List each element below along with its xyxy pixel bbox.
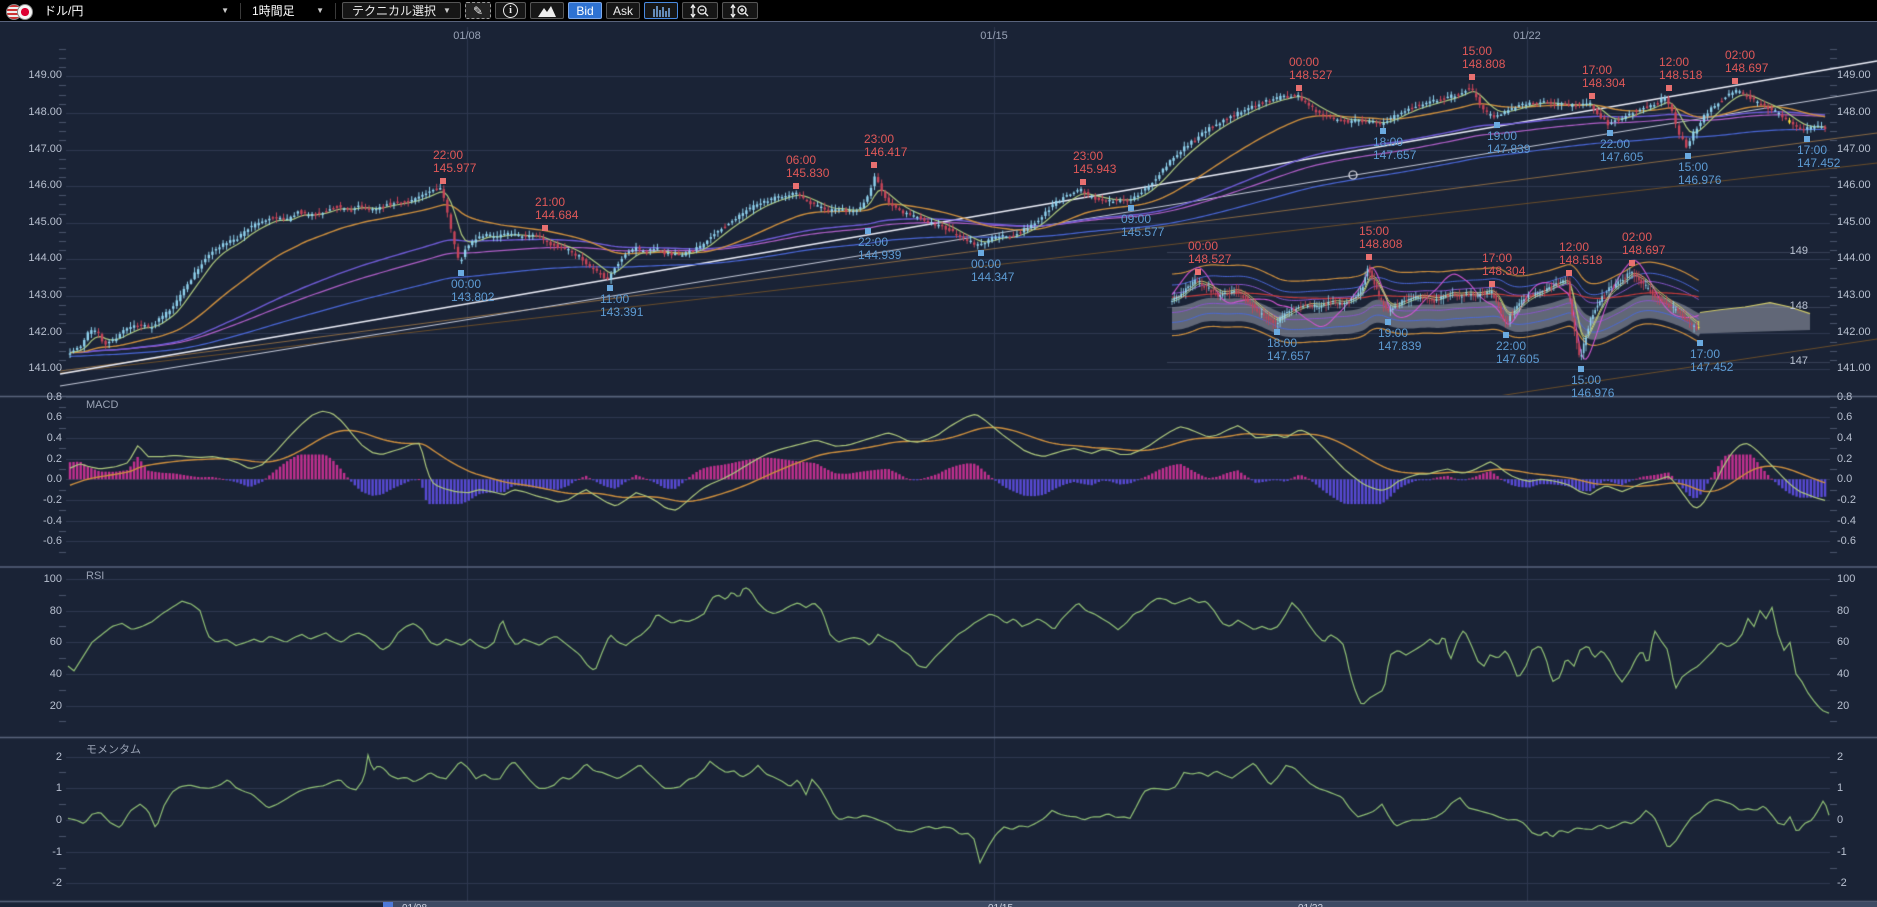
chart-style-button[interactable] (530, 2, 564, 19)
technical-label: テクニカル選択 (352, 2, 436, 19)
scrollbar-handle[interactable] (383, 902, 393, 907)
ask-button[interactable]: Ask (606, 2, 640, 19)
volume-display-button[interactable] (644, 2, 678, 19)
scrollbar-date-label: 01/15 (988, 903, 1013, 907)
technical-select-button[interactable]: テクニカル選択 ▼ (342, 2, 461, 19)
zoom-in-button[interactable] (722, 2, 758, 19)
zoom-in-vertical-icon (730, 4, 750, 18)
toolbar-divider (240, 3, 241, 19)
info-icon: i (503, 3, 518, 18)
info-button[interactable]: i (495, 2, 526, 19)
pair-select[interactable]: ドル/円 ▼ (38, 1, 235, 20)
chevron-down-icon: ▼ (443, 6, 451, 15)
waveform-icon (652, 5, 670, 17)
time-scrollbar[interactable]: 01/08 01/15 01/22 (383, 902, 1877, 907)
zoom-out-vertical-icon (690, 4, 710, 18)
timeframe-label: 1時間足 (252, 2, 295, 19)
timeframe-select[interactable]: 1時間足 ▼ (246, 1, 330, 20)
chevron-down-icon: ▼ (308, 6, 324, 15)
currency-pair-flags-icon (6, 3, 36, 19)
toolbar: ドル/円 ▼ 1時間足 ▼ テクニカル選択 ▼ ✎ i Bid Ask (0, 0, 1877, 22)
pencil-icon: ✎ (473, 4, 483, 18)
bid-button[interactable]: Bid (568, 2, 602, 19)
zoom-out-button[interactable] (682, 2, 718, 19)
mountain-icon (538, 5, 556, 17)
main-chart-canvas[interactable] (0, 0, 1877, 907)
toolbar-divider (335, 3, 336, 19)
scrollbar-date-label: 01/22 (1298, 903, 1323, 907)
draw-tool-button[interactable]: ✎ (465, 2, 491, 19)
chevron-down-icon: ▼ (213, 6, 229, 15)
fx-chart-app: ドル/円 ▼ 1時間足 ▼ テクニカル選択 ▼ ✎ i Bid Ask (0, 0, 1877, 907)
scrollbar-date-label: 01/08 (402, 903, 427, 907)
pair-label: ドル/円 (44, 2, 83, 19)
